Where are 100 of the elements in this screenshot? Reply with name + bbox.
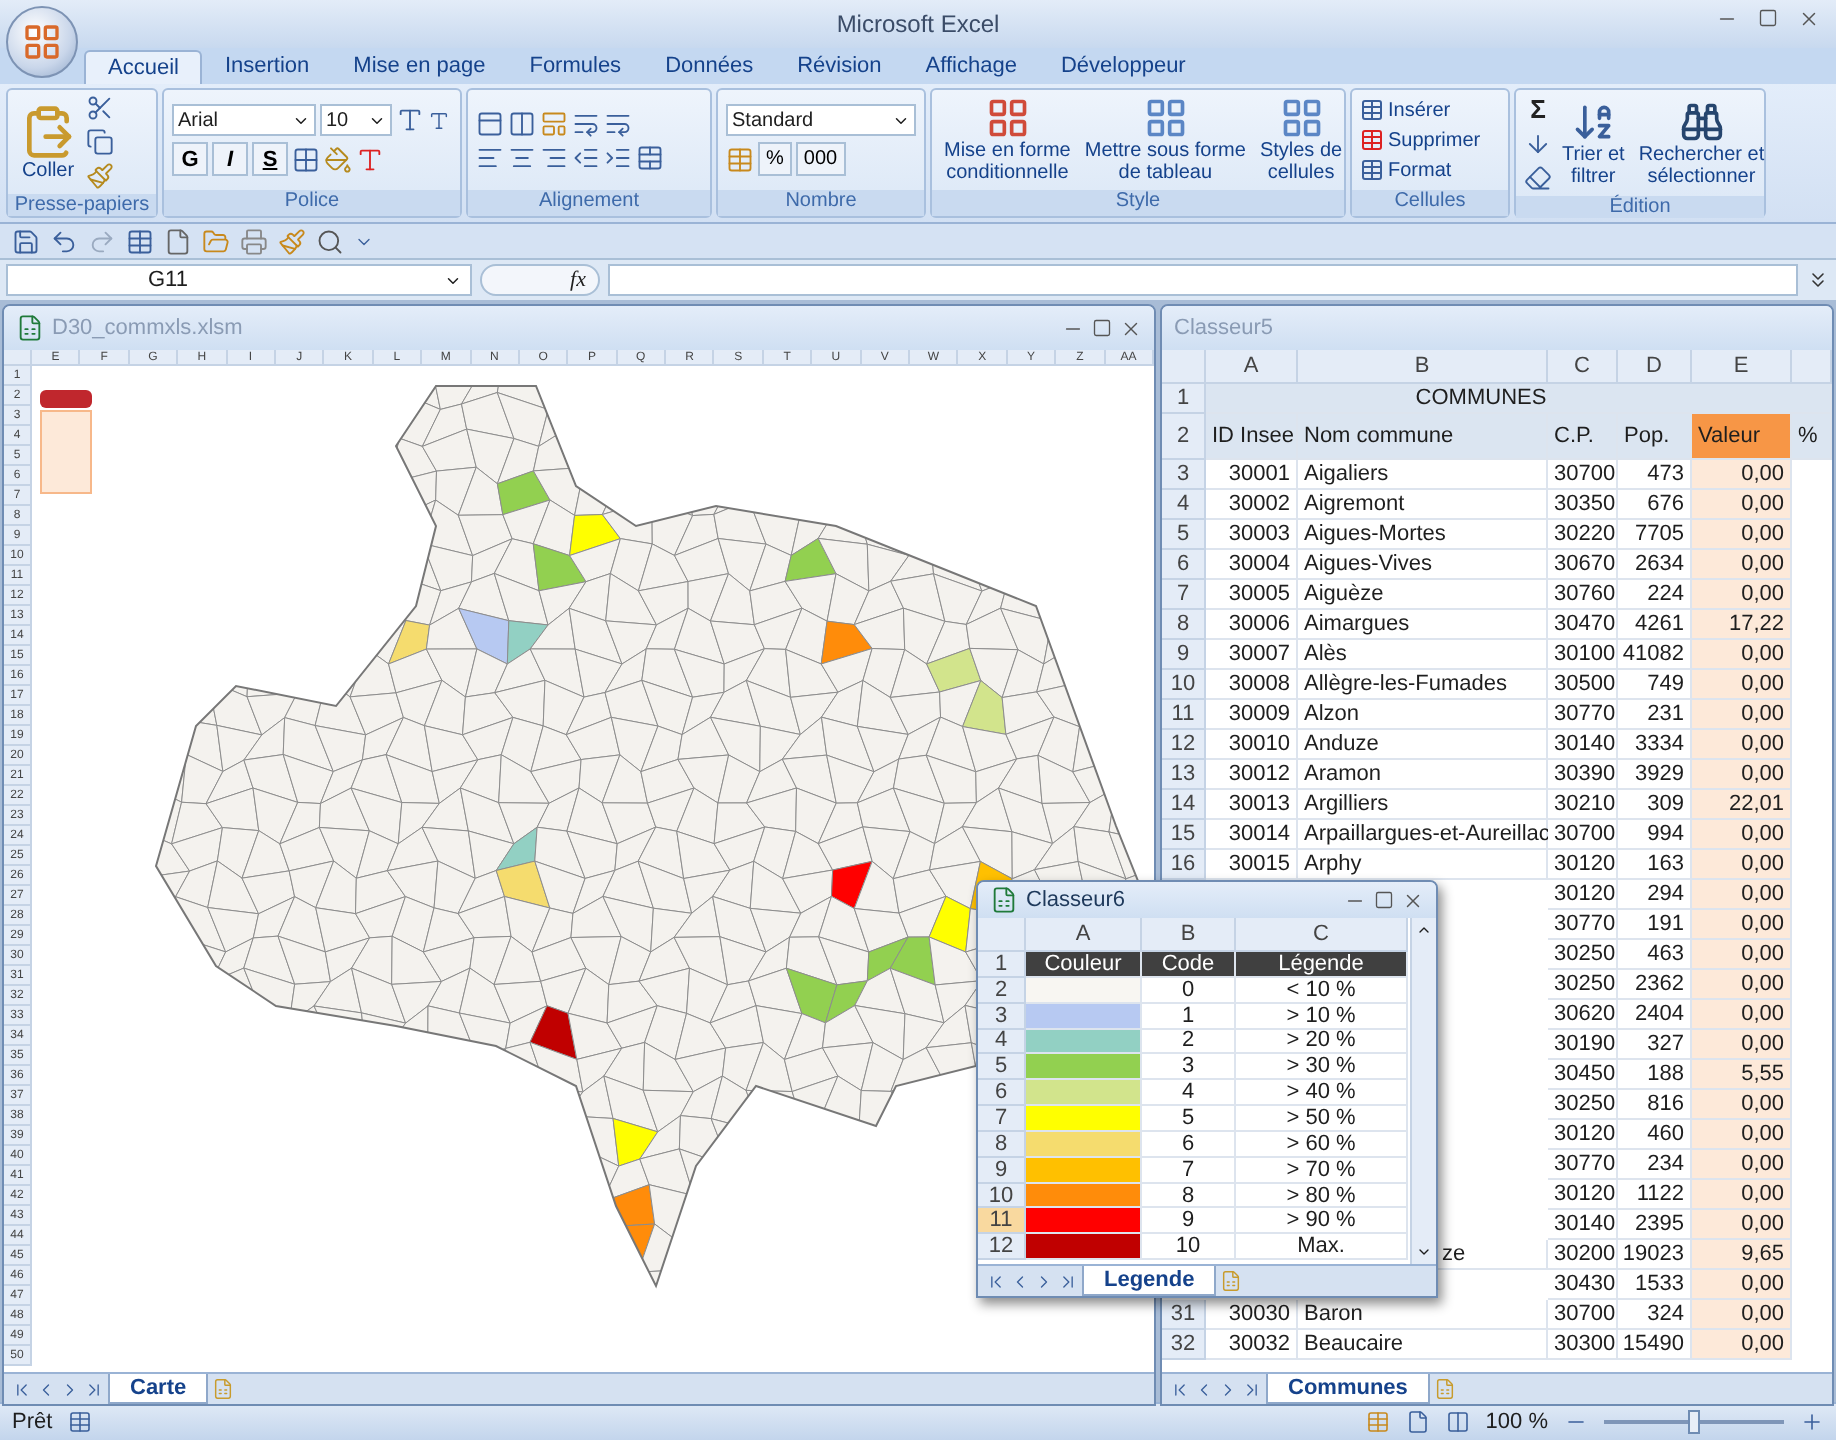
row-header[interactable]: 7 — [1162, 580, 1206, 610]
increase-indent-icon[interactable] — [604, 143, 632, 171]
underline-button[interactable]: S — [252, 142, 288, 176]
office-button[interactable] — [6, 6, 78, 78]
fill-icon[interactable] — [1524, 130, 1552, 158]
column-header[interactable]: B — [1298, 350, 1548, 384]
print-icon[interactable] — [240, 227, 268, 255]
decrease-indent-icon[interactable] — [572, 143, 600, 171]
column-header[interactable]: C — [1236, 918, 1408, 952]
sheet-tab[interactable]: Communes — [1266, 1374, 1430, 1404]
borders-icon[interactable] — [292, 145, 320, 173]
sheet-tab[interactable]: Carte — [108, 1374, 209, 1404]
row-header[interactable]: 8 — [1162, 610, 1206, 640]
font-size-field[interactable]: 10 — [320, 104, 392, 136]
last-sheet-icon[interactable] — [84, 1379, 104, 1399]
scrollbar[interactable] — [1410, 918, 1436, 1264]
number-format-field[interactable]: Standard — [726, 104, 916, 136]
eraser-icon[interactable] — [1524, 164, 1552, 192]
row-header[interactable]: 32 — [1162, 1330, 1206, 1360]
row-header[interactable]: 16 — [1162, 850, 1206, 880]
last-sheet-icon[interactable] — [1242, 1379, 1262, 1399]
font-color-icon[interactable] — [356, 145, 384, 173]
wrap-text-icon[interactable] — [604, 109, 632, 137]
align-top-icon[interactable] — [476, 109, 504, 137]
ribbon-tab[interactable]: Formules — [507, 50, 644, 84]
ribbon-tab[interactable]: Données — [643, 50, 776, 84]
name-box[interactable]: G11 — [6, 264, 472, 296]
row-header[interactable]: 7 — [978, 1106, 1026, 1132]
align-center-icon[interactable] — [508, 143, 536, 171]
page-layout-icon[interactable] — [1405, 1410, 1430, 1434]
workbook-icon[interactable] — [990, 886, 1018, 914]
paste-button[interactable]: Coller — [16, 103, 80, 181]
style-button[interactable]: Mise en forme conditionnelle — [940, 96, 1075, 184]
row-header[interactable]: 4 — [1162, 490, 1206, 520]
italic-button[interactable]: I — [212, 142, 248, 176]
formula-field[interactable] — [608, 264, 1798, 296]
row-header[interactable]: 12 — [1162, 730, 1206, 760]
row-header[interactable]: 6 — [978, 1080, 1026, 1107]
ribbon-tab[interactable]: Développeur — [1038, 50, 1208, 84]
print-preview-icon[interactable] — [316, 227, 344, 255]
row-header[interactable]: 3 — [1162, 460, 1206, 490]
ribbon-tab[interactable]: Affichage — [903, 50, 1039, 84]
ribbon-tab[interactable]: Insertion — [202, 50, 332, 84]
close-icon[interactable] — [1798, 8, 1820, 30]
scroll-up-icon[interactable] — [1416, 922, 1432, 938]
row-header[interactable]: 1 — [978, 952, 1026, 978]
row-header[interactable]: 11 — [978, 1208, 1026, 1235]
column-header[interactable]: B — [1142, 918, 1236, 952]
insert-function-button[interactable]: fx — [480, 264, 600, 296]
editing-button[interactable]: Rechercher et sélectionner — [1634, 99, 1769, 187]
row-header[interactable]: 31 — [1162, 1300, 1206, 1330]
page-break-icon[interactable] — [1445, 1410, 1470, 1434]
format-painter-icon[interactable] — [86, 162, 114, 190]
last-sheet-icon[interactable] — [1058, 1271, 1078, 1291]
close-icon[interactable] — [1120, 317, 1142, 339]
row-header[interactable]: 5 — [978, 1054, 1026, 1081]
cells-button[interactable]: Supprimer — [1360, 128, 1481, 152]
row-header[interactable]: 10 — [1162, 670, 1206, 700]
fill-color-icon[interactable] — [324, 145, 352, 173]
row-header[interactable]: 9 — [978, 1157, 1026, 1184]
align-right-icon[interactable] — [540, 143, 568, 171]
first-sheet-icon[interactable] — [1170, 1379, 1190, 1399]
macro-button[interactable] — [40, 390, 92, 408]
row-header[interactable]: 4 — [978, 1029, 1026, 1055]
first-sheet-icon[interactable] — [12, 1379, 32, 1399]
column-header[interactable]: C — [1548, 350, 1618, 384]
row-header[interactable]: 10 — [978, 1183, 1026, 1209]
row-header[interactable]: 15 — [1162, 820, 1206, 850]
form-icon[interactable] — [126, 227, 154, 255]
row-header[interactable]: 13 — [1162, 760, 1206, 790]
slider-thumb[interactable] — [1688, 1410, 1700, 1434]
row-header[interactable]: 6 — [1162, 550, 1206, 580]
grow-font-icon[interactable] — [396, 106, 424, 134]
row-header[interactable]: 2 — [1162, 414, 1206, 460]
row-header[interactable]: 2 — [978, 977, 1026, 1004]
row-header[interactable]: 12 — [978, 1234, 1026, 1261]
row-header[interactable]: 14 — [1162, 790, 1206, 820]
cells-button[interactable]: Format — [1360, 158, 1452, 182]
style-button[interactable]: Styles de cellules — [1255, 96, 1347, 184]
scroll-down-icon[interactable] — [1416, 1244, 1432, 1260]
row-header[interactable]: 3 — [978, 1003, 1026, 1030]
column-header[interactable]: A — [1026, 918, 1142, 952]
style-button[interactable]: Mettre sous forme de tableau — [1080, 96, 1250, 184]
copy-icon[interactable] — [86, 128, 114, 156]
row-header[interactable]: 11 — [1162, 700, 1206, 730]
maximize-icon[interactable] — [1092, 318, 1112, 338]
row-header[interactable]: 9 — [1162, 640, 1206, 670]
row-header[interactable]: 5 — [1162, 520, 1206, 550]
align-left-icon[interactable] — [476, 143, 504, 171]
row-header[interactable]: 8 — [978, 1131, 1026, 1158]
row-header[interactable]: 1 — [1162, 384, 1206, 414]
zoom-in-icon[interactable] — [1800, 1410, 1824, 1434]
number-format-button[interactable]: % — [758, 142, 792, 176]
column-header[interactable]: E — [1692, 350, 1792, 384]
undo-icon[interactable] — [50, 227, 78, 255]
close-icon[interactable] — [1402, 889, 1424, 911]
first-sheet-icon[interactable] — [986, 1271, 1006, 1291]
workbook-icon[interactable] — [16, 314, 44, 342]
font-field[interactable]: Arial — [172, 104, 316, 136]
new-file-icon[interactable] — [164, 227, 192, 255]
